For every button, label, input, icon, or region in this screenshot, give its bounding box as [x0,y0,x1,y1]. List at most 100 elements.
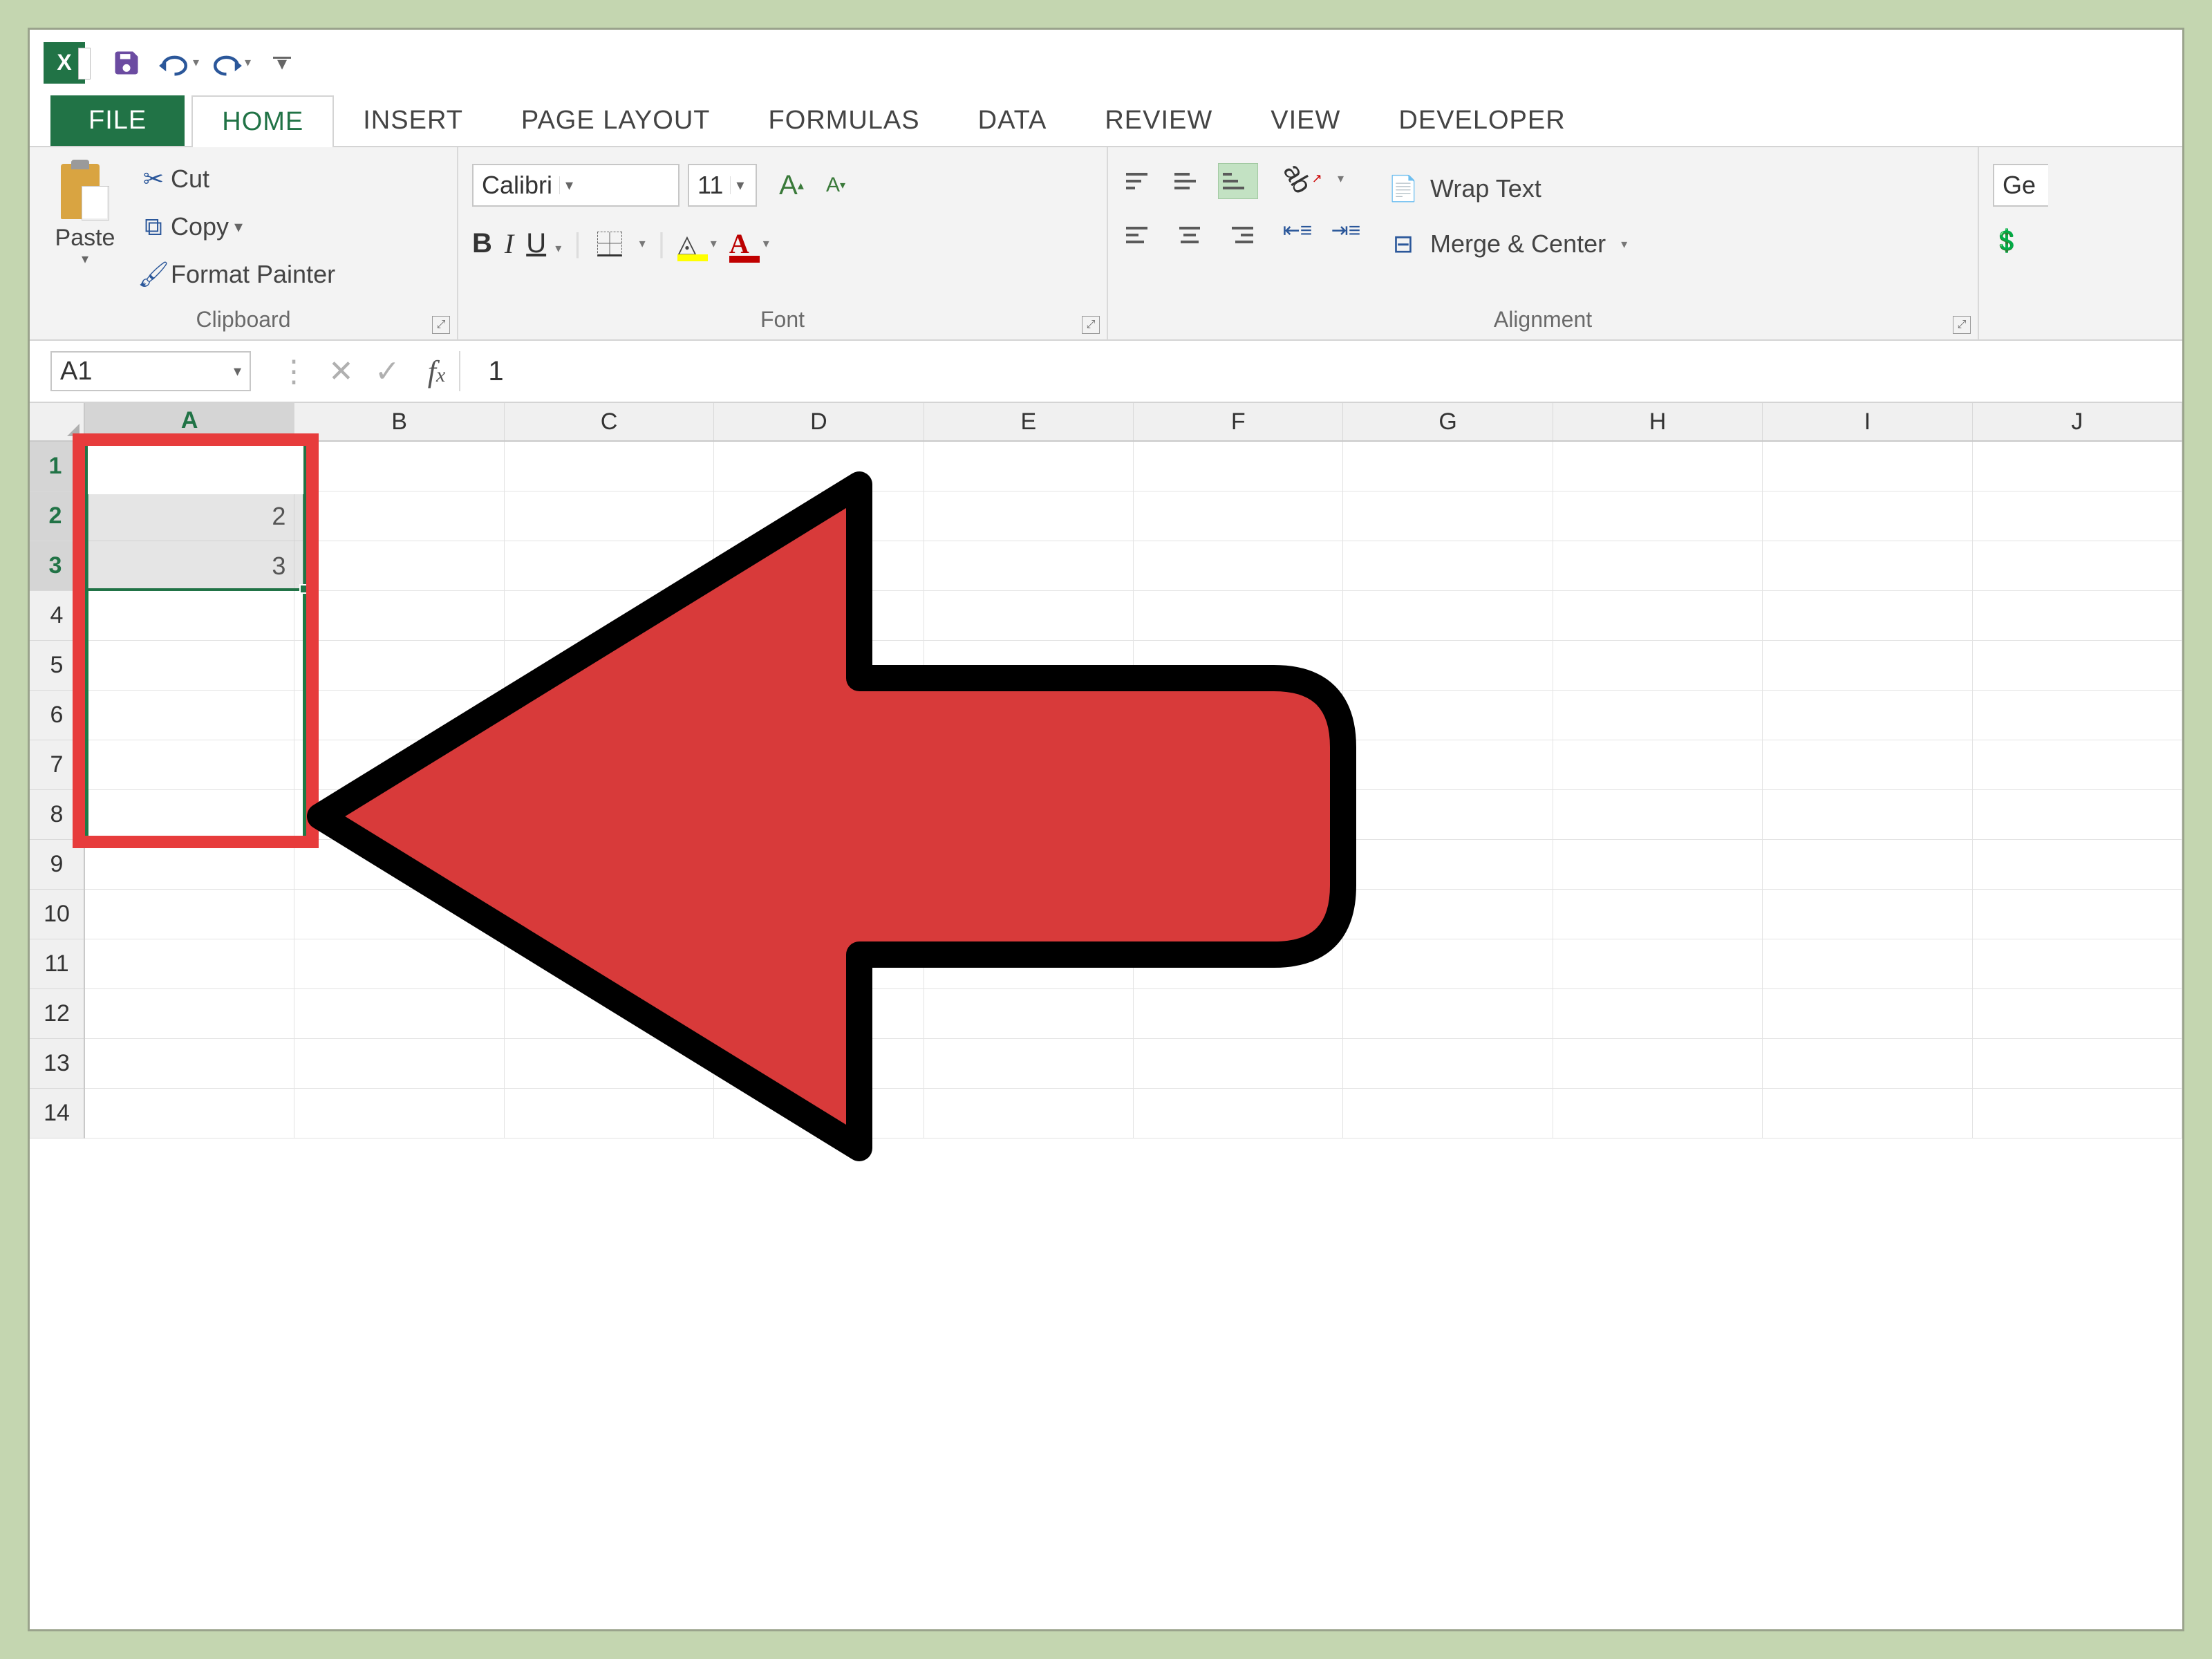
cell-J3[interactable] [1973,541,2182,591]
cell-B6[interactable] [294,691,504,740]
orientation-dropdown-icon[interactable]: ▾ [1338,171,1344,186]
cell-B11[interactable] [294,939,504,989]
cell-F4[interactable] [1134,591,1343,641]
col-header-A[interactable]: A [85,403,294,440]
cell-E10[interactable] [924,890,1134,939]
row-header-12[interactable]: 12 [30,989,84,1039]
cell-A5[interactable] [85,641,294,691]
cell-F5[interactable] [1134,641,1343,691]
excel-logo-icon[interactable]: X [44,42,85,84]
cell-C7[interactable] [505,740,714,790]
cell-H2[interactable] [1553,491,1763,541]
cell-B5[interactable] [294,641,504,691]
cell-G7[interactable] [1343,740,1553,790]
cell-I12[interactable] [1763,989,1972,1039]
wrap-text-button[interactable]: 📄 Wrap Text [1386,161,1627,216]
font-name-combo[interactable]: Calibri ▾ [472,164,679,207]
cell-C8[interactable] [505,790,714,840]
number-format-combo[interactable]: Ge [1993,164,2048,207]
cell-F9[interactable] [1134,840,1343,890]
cell-D12[interactable] [714,989,924,1039]
cell-F14[interactable] [1134,1089,1343,1138]
cell-H9[interactable] [1553,840,1763,890]
align-bottom-button[interactable] [1219,164,1257,198]
orientation-button[interactable]: ab↗ [1278,164,1327,194]
bold-button[interactable]: B [472,228,492,259]
cell-G8[interactable] [1343,790,1553,840]
cell-G9[interactable] [1343,840,1553,890]
cell-D4[interactable] [714,591,924,641]
col-header-H[interactable]: H [1553,403,1763,440]
col-header-F[interactable]: F [1134,403,1343,440]
tab-insert[interactable]: INSERT [334,95,492,146]
cell-G6[interactable] [1343,691,1553,740]
cell-F7[interactable] [1134,740,1343,790]
cell-E12[interactable] [924,989,1134,1039]
cell-A1[interactable]: 1 [85,442,294,491]
cell-B1[interactable] [294,442,504,491]
cell-G4[interactable] [1343,591,1553,641]
row-header-9[interactable]: 9 [30,840,84,890]
row-header-4[interactable]: 4 [30,591,84,641]
underline-button[interactable]: U [526,228,546,259]
cell-B3[interactable] [294,541,504,591]
cell-J2[interactable] [1973,491,2182,541]
cell-H1[interactable] [1553,442,1763,491]
cell-G1[interactable] [1343,442,1553,491]
tab-data[interactable]: DATA [949,95,1076,146]
customize-qat-icon[interactable]: ▾ [261,42,303,84]
row-header-10[interactable]: 10 [30,890,84,939]
cell-I8[interactable] [1763,790,1972,840]
cell-I2[interactable] [1763,491,1972,541]
col-header-J[interactable]: J [1973,403,2182,440]
cell-F12[interactable] [1134,989,1343,1039]
cell-E13[interactable] [924,1039,1134,1089]
cell-A11[interactable] [85,939,294,989]
cell-J11[interactable] [1973,939,2182,989]
cell-G11[interactable] [1343,939,1553,989]
cell-E7[interactable] [924,740,1134,790]
clipboard-launcher-icon[interactable]: ⤢ [432,316,450,334]
cell-E1[interactable] [924,442,1134,491]
col-header-G[interactable]: G [1343,403,1553,440]
font-color-button[interactable]: A [729,227,749,260]
cell-E6[interactable] [924,691,1134,740]
cell-B10[interactable] [294,890,504,939]
align-center-button[interactable] [1170,218,1209,252]
alignment-launcher-icon[interactable]: ⤢ [1953,316,1971,334]
tab-developer[interactable]: DEVELOPER [1369,95,1594,146]
cell-H13[interactable] [1553,1039,1763,1089]
cell-F2[interactable] [1134,491,1343,541]
cell-F13[interactable] [1134,1039,1343,1089]
cell-I7[interactable] [1763,740,1972,790]
cell-C14[interactable] [505,1089,714,1138]
copy-dropdown-icon[interactable]: ▾ [234,217,243,237]
cell-I14[interactable] [1763,1089,1972,1138]
cell-I3[interactable] [1763,541,1972,591]
cell-D10[interactable] [714,890,924,939]
cell-D7[interactable] [714,740,924,790]
cell-B2[interactable] [294,491,504,541]
cell-C3[interactable] [505,541,714,591]
cell-J8[interactable] [1973,790,2182,840]
cell-A8[interactable] [85,790,294,840]
cell-I9[interactable] [1763,840,1972,890]
row-header-2[interactable]: 2 [30,491,84,541]
cell-H5[interactable] [1553,641,1763,691]
border-dropdown-icon[interactable]: ▾ [639,236,646,251]
align-middle-button[interactable] [1170,164,1209,198]
cell-J4[interactable] [1973,591,2182,641]
cell-J7[interactable] [1973,740,2182,790]
cell-G13[interactable] [1343,1039,1553,1089]
border-button[interactable] [594,228,626,260]
cancel-formula-icon[interactable]: ✕ [328,354,354,389]
cell-G14[interactable] [1343,1089,1553,1138]
tab-home[interactable]: HOME [191,95,334,147]
tab-formulas[interactable]: FORMULAS [739,95,948,146]
cell-J1[interactable] [1973,442,2182,491]
increase-indent-button[interactable]: ⇥≡ [1327,213,1365,247]
cell-F3[interactable] [1134,541,1343,591]
col-header-E[interactable]: E [924,403,1134,440]
cell-A12[interactable] [85,989,294,1039]
cell-E11[interactable] [924,939,1134,989]
